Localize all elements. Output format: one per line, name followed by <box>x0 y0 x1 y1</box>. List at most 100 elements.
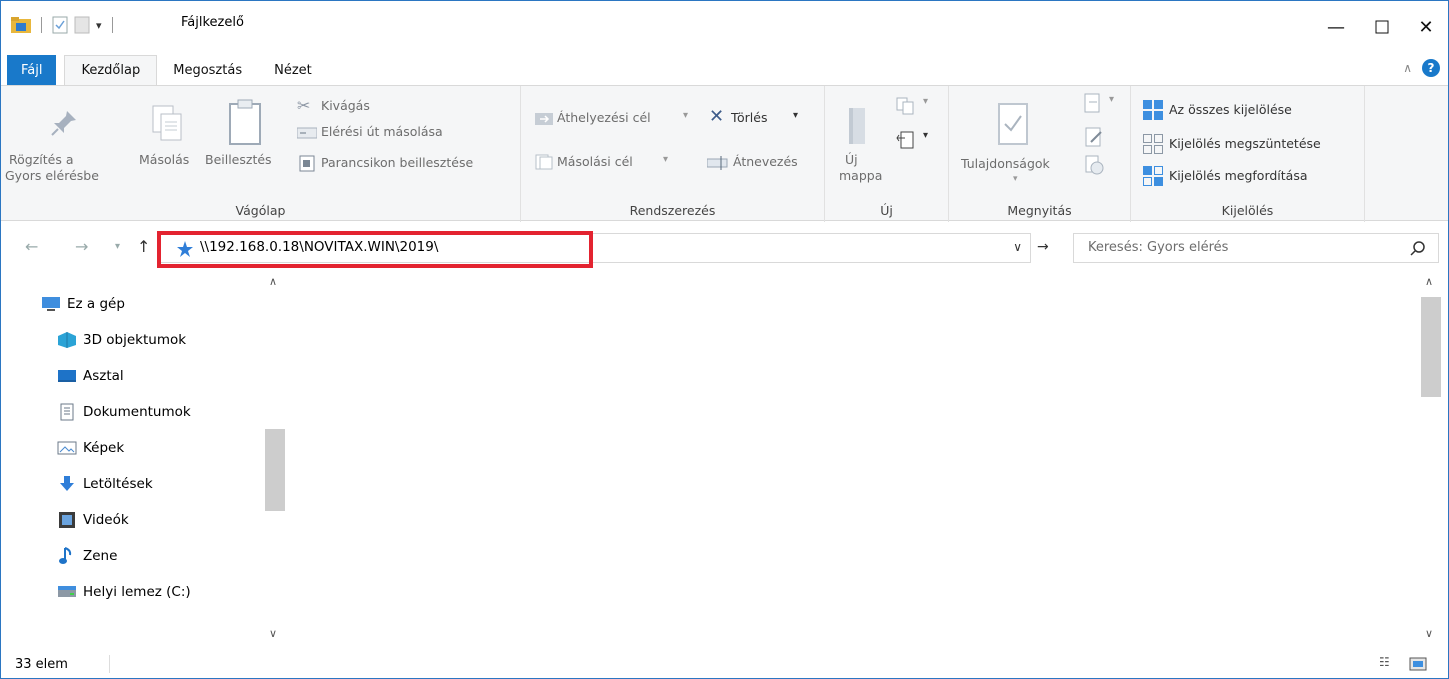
select-all-button[interactable]: Az összes kijelölése <box>1143 98 1363 120</box>
details-view-icon[interactable]: ☷ <box>1379 655 1390 669</box>
status-divider <box>109 655 110 673</box>
new-folder-label-1: Új <box>845 152 858 167</box>
cut-button[interactable]: ✂ Kivágás <box>293 96 493 118</box>
back-button[interactable]: ← <box>25 237 38 256</box>
edit-button[interactable] <box>1083 126 1111 150</box>
delete-button[interactable]: ✕ Törlés ▾ <box>707 106 817 130</box>
qa-separator-2 <box>111 17 113 33</box>
easy-access-button[interactable]: ▾ <box>895 130 935 152</box>
nav-item-documents[interactable]: Dokumentumok <box>57 397 191 427</box>
properties-button[interactable]: Tulajdonságok ▾ <box>955 94 1071 184</box>
rename-button[interactable]: Átnevezés <box>707 152 817 174</box>
easy-access-dropdown-icon: ▾ <box>923 130 929 141</box>
collapse-ribbon-icon[interactable]: ∧ <box>1403 61 1412 75</box>
navigation-pane: Ez a gép 3D objektumok Asztal Dokumentum… <box>1 271 287 647</box>
pin-icon <box>51 111 76 136</box>
title-bar: ▾ Fájlkezelő — ✕ <box>1 1 1448 53</box>
pin-quick-access-button[interactable]: Rögzítés a Gyors elérésbe <box>3 94 121 184</box>
go-button[interactable]: → <box>1037 239 1049 255</box>
delete-dropdown-icon: ▾ <box>793 110 799 121</box>
close-button[interactable]: ✕ <box>1403 1 1448 53</box>
window-title: Fájlkezelő <box>181 15 244 30</box>
select-none-button[interactable]: Kijelölés megszüntetése <box>1143 132 1363 154</box>
move-to-button[interactable]: Áthelyezési cél ▾ <box>535 108 695 130</box>
customize-qa-icon[interactable]: ▾ <box>96 19 102 32</box>
recent-locations-button[interactable]: ▾ <box>115 241 120 252</box>
nav-item-desktop[interactable]: Asztal <box>57 361 124 391</box>
pin-label-1: Rögzítés a <box>9 152 74 167</box>
copy-icon <box>152 105 182 141</box>
address-highlight-box <box>157 231 593 268</box>
forward-button[interactable]: → <box>75 237 88 256</box>
paste-clipboard-icon <box>229 99 261 145</box>
nav-item-videos[interactable]: Videók <box>57 505 129 535</box>
drive-icon <box>58 586 76 597</box>
maximize-button[interactable] <box>1359 1 1405 53</box>
content-scroll-up-icon[interactable]: ∧ <box>1425 275 1433 288</box>
address-bar[interactable]: \\192.168.0.18\NOVITAX.WIN\2019\ ∨ <box>157 231 1031 268</box>
status-bar: 33 elem ☷ <box>1 649 1448 678</box>
content-scrollbar[interactable]: ∧ ∨ <box>1419 271 1441 647</box>
search-box[interactable]: Keresés: Gyors elérés <box>1073 233 1439 263</box>
ribbon-controls: ∧ ? <box>1403 59 1440 77</box>
copy-path-button[interactable]: Elérési út másolása <box>293 122 493 144</box>
new-folder-icon <box>849 108 865 144</box>
navpane-scroll-thumb[interactable] <box>265 429 285 511</box>
tab-home[interactable]: Kezdőlap <box>64 55 158 85</box>
nav-item-downloads[interactable]: Letöltések <box>57 469 153 499</box>
content-scroll-thumb[interactable] <box>1421 297 1441 397</box>
minimize-button[interactable]: — <box>1313 1 1359 53</box>
open-dropdown-icon: ▾ <box>1109 94 1115 105</box>
paste-label: Beillesztés <box>205 152 272 167</box>
folder-icon[interactable] <box>11 16 31 34</box>
properties-label: Tulajdonságok <box>961 156 1050 171</box>
nav-item-3d-objects[interactable]: 3D objektumok <box>57 325 186 355</box>
quick-access-toolbar: ▾ <box>11 13 117 37</box>
open-button[interactable]: ▾ <box>1083 92 1123 118</box>
nav-item-music[interactable]: Zene <box>57 541 117 571</box>
nav-item-this-pc[interactable]: Ez a gép <box>41 289 125 319</box>
new-folder-button[interactable]: Új mappa <box>829 94 885 184</box>
group-organize: Áthelyezési cél ▾ Másolási cél ▾ ✕ Törlé… <box>521 86 825 222</box>
move-to-dropdown-icon: ▾ <box>683 110 689 121</box>
tab-view[interactable]: Nézet <box>258 55 328 85</box>
paste-button[interactable]: Beillesztés <box>201 94 287 184</box>
address-row: ← → ▾ ↑ \\192.168.0.18\NOVITAX.WIN\2019\… <box>1 223 1448 269</box>
search-icon[interactable] <box>1410 241 1426 257</box>
paste-shortcut-button[interactable]: Parancsikon beillesztése <box>293 152 513 174</box>
tab-file[interactable]: Fájl <box>7 55 57 85</box>
group-label-open: Megnyitás <box>1007 203 1072 218</box>
large-icons-view-icon[interactable] <box>1409 657 1427 671</box>
nav-item-label: 3D objektumok <box>83 332 187 348</box>
new-folder-small-icon[interactable] <box>74 16 90 34</box>
download-icon <box>60 476 74 491</box>
properties-check-icon[interactable] <box>52 16 68 34</box>
help-icon[interactable]: ? <box>1422 59 1440 77</box>
copy-button[interactable]: Másolás <box>137 94 203 184</box>
copy-to-button[interactable]: Másolási cél ▾ <box>535 152 695 174</box>
content-scroll-down-icon[interactable]: ∨ <box>1425 627 1433 640</box>
tab-share[interactable]: Megosztás <box>157 55 258 85</box>
navpane-scrollbar[interactable]: ∧ ∨ <box>263 271 285 647</box>
group-label-select: Kijelölés <box>1221 203 1274 218</box>
invert-selection-button[interactable]: Kijelölés megfordítása <box>1143 164 1363 186</box>
new-item-button[interactable]: ▾ <box>895 96 935 118</box>
delete-label: Törlés <box>731 110 768 125</box>
document-icon <box>60 403 74 421</box>
nav-item-pictures[interactable]: Képek <box>57 433 124 463</box>
nav-item-local-disk[interactable]: Helyi lemez (C:) <box>57 577 191 607</box>
address-dropdown-icon[interactable]: ∨ <box>1013 240 1022 254</box>
group-label-new: Új <box>880 203 893 218</box>
history-button[interactable] <box>1083 154 1111 178</box>
paste-shortcut-icon <box>299 155 315 172</box>
history-icon <box>1085 155 1104 175</box>
music-icon <box>59 547 72 564</box>
item-count: 33 elem <box>15 657 68 672</box>
scroll-down-icon[interactable]: ∨ <box>269 627 277 640</box>
up-button[interactable]: ↑ <box>137 237 150 256</box>
new-item-icon <box>896 97 914 115</box>
group-open: Tulajdonságok ▾ ▾ Megnyitás <box>949 86 1131 222</box>
scroll-up-icon[interactable]: ∧ <box>269 275 277 288</box>
copy-to-icon <box>535 154 553 170</box>
open-icon <box>1084 93 1100 113</box>
